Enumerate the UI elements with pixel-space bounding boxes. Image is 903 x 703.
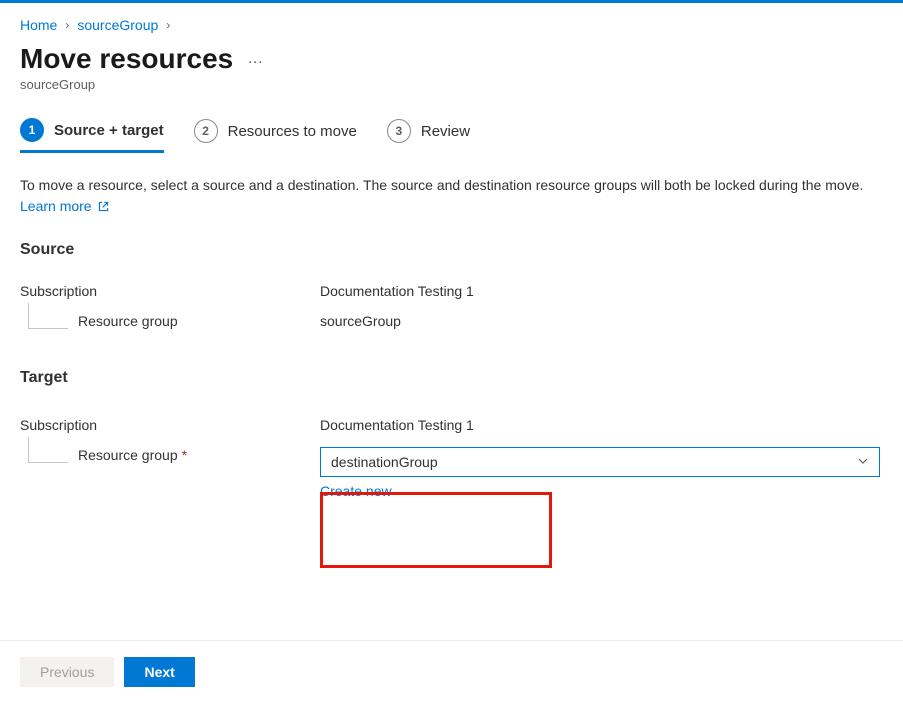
tree-branch-icon — [28, 437, 68, 463]
footer-actions: Previous Next — [0, 640, 903, 703]
tab-badge: 1 — [20, 118, 44, 142]
learn-more-link[interactable]: Learn more — [20, 198, 110, 214]
breadcrumb: Home › sourceGroup › — [20, 17, 883, 33]
create-new-link[interactable]: Create new — [320, 483, 392, 499]
previous-button[interactable]: Previous — [20, 657, 114, 687]
page-subtitle: sourceGroup — [20, 77, 883, 92]
source-rg-value: sourceGroup — [320, 313, 883, 329]
tab-review[interactable]: 3 Review — [387, 119, 470, 151]
more-icon[interactable]: … — [247, 50, 265, 68]
breadcrumb-source-group[interactable]: sourceGroup — [77, 17, 158, 33]
chevron-right-icon: › — [65, 18, 69, 32]
tab-badge: 2 — [194, 119, 218, 143]
source-subscription-value: Documentation Testing 1 — [320, 283, 883, 299]
tab-source-target[interactable]: 1 Source + target — [20, 118, 164, 153]
chevron-right-icon: › — [166, 18, 170, 32]
annotation-highlight — [320, 492, 552, 568]
source-subscription-label: Subscription — [20, 283, 320, 299]
external-link-icon — [97, 198, 110, 219]
tab-badge: 3 — [387, 119, 411, 143]
source-rg-label: Resource group — [78, 313, 178, 329]
target-rg-label: Resource group* — [78, 447, 187, 463]
tab-label: Resources to move — [228, 123, 357, 140]
source-heading: Source — [20, 241, 883, 259]
tab-label: Review — [421, 123, 470, 140]
target-subscription-value: Documentation Testing 1 — [320, 417, 883, 433]
target-subscription-label: Subscription — [20, 417, 320, 433]
page-title: Move resources — [20, 43, 233, 75]
required-indicator: * — [182, 447, 187, 463]
tab-resources-to-move[interactable]: 2 Resources to move — [194, 119, 357, 151]
intro-text: To move a resource, select a source and … — [20, 175, 883, 219]
tab-label: Source + target — [54, 122, 164, 139]
breadcrumb-home[interactable]: Home — [20, 17, 57, 33]
target-rg-value: destinationGroup — [331, 454, 438, 470]
tree-branch-icon — [28, 303, 68, 329]
next-button[interactable]: Next — [124, 657, 194, 687]
wizard-tabs: 1 Source + target 2 Resources to move 3 … — [20, 118, 883, 153]
target-heading: Target — [20, 369, 883, 387]
chevron-down-icon — [857, 454, 869, 470]
target-rg-select[interactable]: destinationGroup — [320, 447, 880, 477]
